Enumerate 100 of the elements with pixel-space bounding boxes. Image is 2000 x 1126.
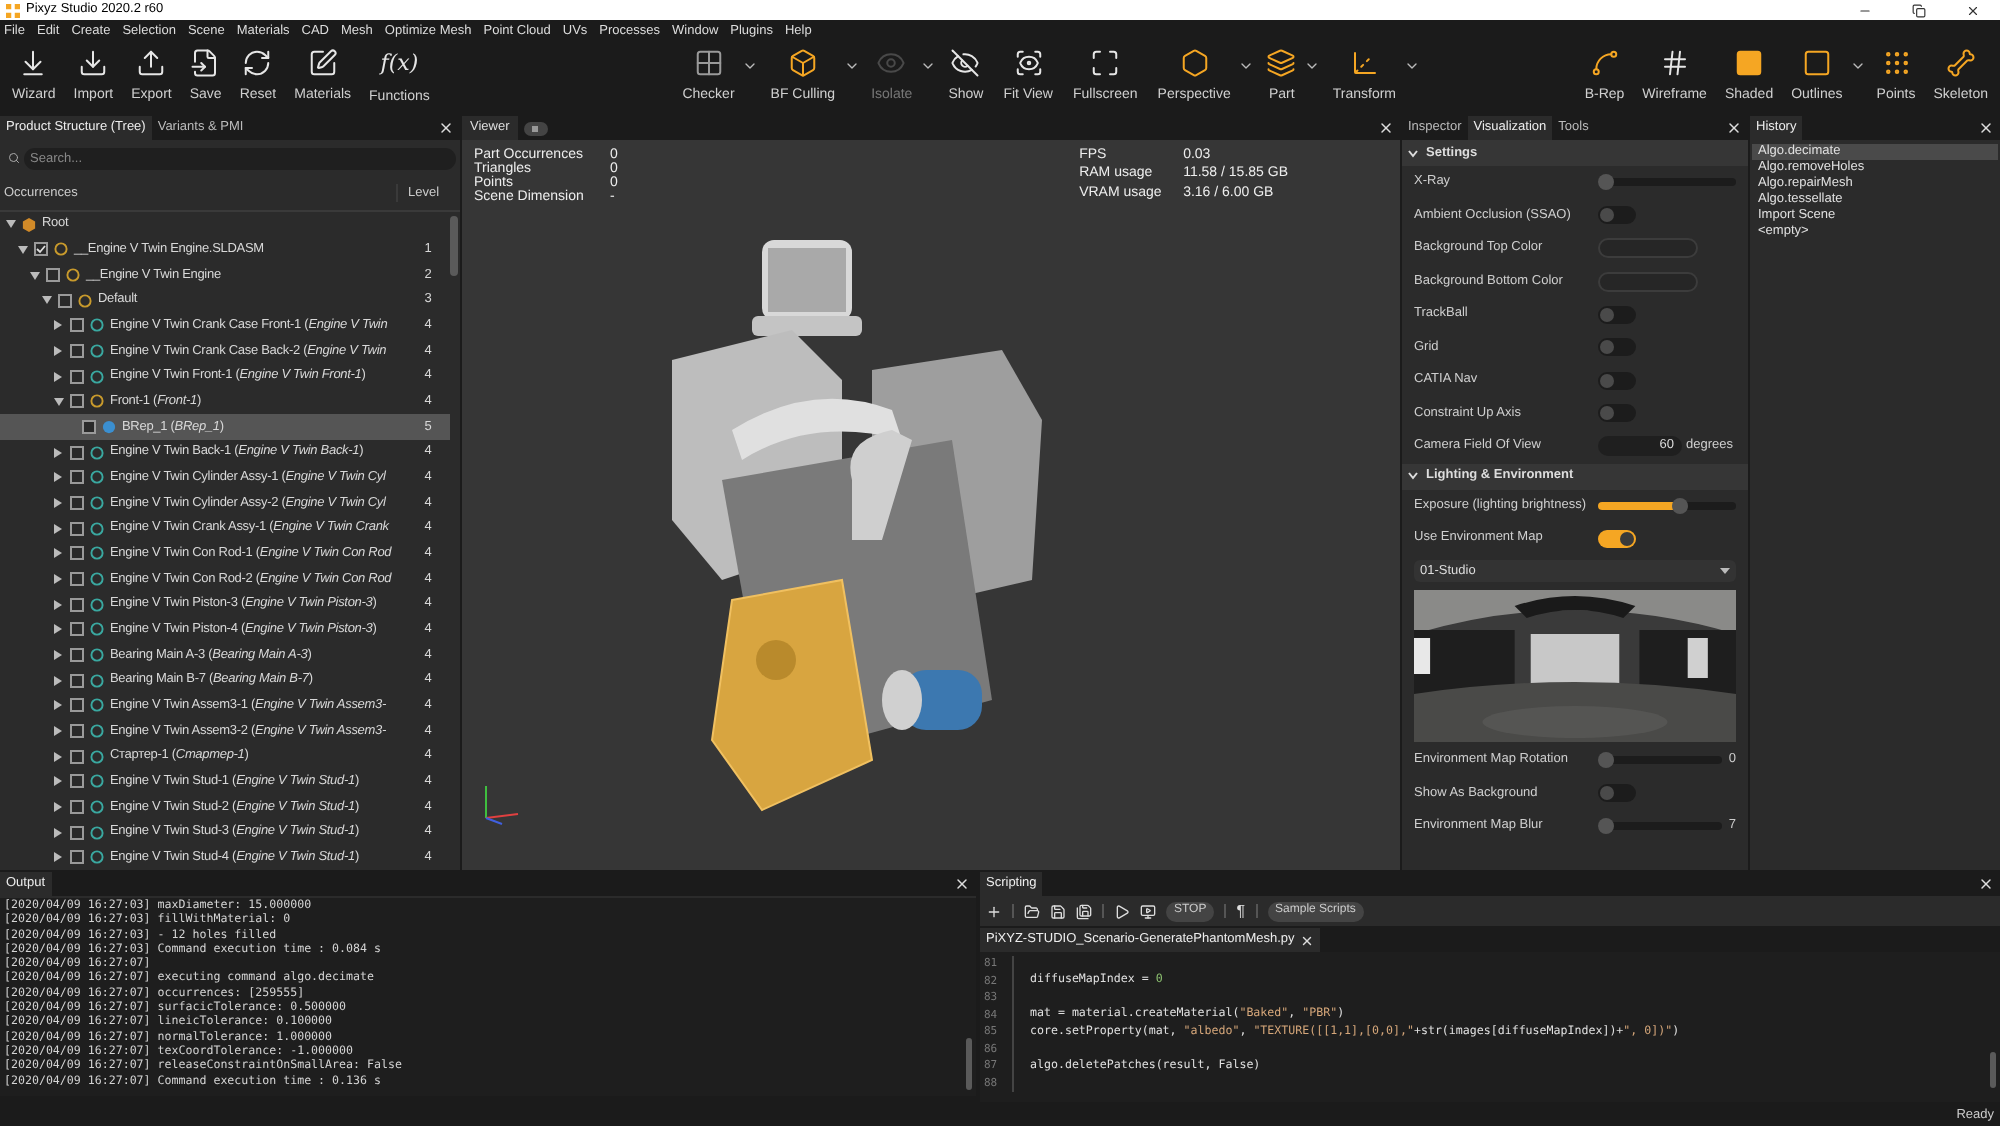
expand-arrow-icon[interactable] — [54, 725, 62, 736]
eye-icon — [876, 48, 907, 78]
cube-icon — [787, 48, 818, 78]
expand-arrow-icon[interactable] — [54, 371, 62, 382]
expand-arrow-icon[interactable] — [54, 498, 62, 509]
hash-icon — [1659, 48, 1690, 78]
expand-arrow-icon[interactable] — [54, 447, 62, 458]
toggle-switch[interactable] — [1598, 529, 1636, 548]
expand-arrow-icon[interactable] — [54, 472, 62, 483]
hexagon-icon — [1179, 48, 1210, 78]
checkbox[interactable] — [70, 318, 84, 333]
checkbox[interactable] — [70, 344, 84, 359]
toggle-switch[interactable] — [1598, 338, 1636, 357]
toggle-switch[interactable] — [1598, 404, 1636, 423]
expand-arrow-icon[interactable] — [54, 624, 62, 635]
checkbox[interactable] — [70, 698, 84, 713]
checkbox[interactable] — [46, 268, 60, 283]
close-icon[interactable] — [1966, 3, 1980, 17]
expand-arrow-icon[interactable] — [54, 675, 62, 686]
layers-icon — [1266, 48, 1297, 78]
checkbox[interactable] — [70, 622, 84, 637]
slider[interactable] — [1598, 752, 1723, 769]
caret-icon[interactable] — [1238, 58, 1255, 74]
run-icon[interactable] — [1140, 903, 1156, 919]
checkbox[interactable] — [70, 597, 84, 612]
expand-arrow-icon[interactable] — [54, 320, 62, 331]
expand-arrow-icon[interactable] — [54, 574, 62, 585]
checkbox[interactable] — [70, 572, 84, 587]
add-icon[interactable] — [986, 903, 1002, 919]
collapse-arrow-icon[interactable] — [29, 271, 39, 280]
scrollbar[interactable] — [966, 1038, 972, 1090]
caret-icon[interactable] — [1850, 58, 1867, 74]
expand-arrow-icon[interactable] — [54, 649, 62, 660]
refresh-icon — [242, 48, 273, 78]
checkbox[interactable] — [70, 723, 84, 738]
save-all-icon[interactable] — [1076, 903, 1092, 919]
pilcrow-button[interactable]: ¶ — [1236, 899, 1246, 923]
grid-icon — [693, 48, 724, 78]
toggle-switch[interactable] — [1598, 784, 1636, 803]
checkbox[interactable] — [70, 673, 84, 688]
checkbox[interactable] — [70, 470, 84, 485]
slider[interactable] — [1598, 818, 1723, 835]
toggle-switch[interactable] — [1598, 305, 1636, 324]
caret-icon[interactable] — [1304, 58, 1321, 74]
function-glyph: f(x) — [380, 48, 419, 80]
caret-icon[interactable] — [742, 58, 759, 74]
hexagon-icon — [22, 217, 36, 232]
checkbox[interactable] — [58, 293, 72, 308]
caret-icon — [1720, 568, 1730, 575]
collapse-arrow-icon[interactable] — [41, 296, 51, 305]
toggle-switch[interactable] — [1598, 206, 1636, 225]
checkbox[interactable] — [70, 749, 84, 764]
slider[interactable] — [1598, 174, 1736, 191]
curve-icon — [1589, 48, 1620, 78]
checkbox[interactable] — [70, 850, 84, 865]
restore-icon[interactable] — [1912, 3, 1926, 17]
expand-arrow-icon[interactable] — [54, 700, 62, 711]
expand-arrow-icon[interactable] — [54, 523, 62, 534]
scrollbar[interactable] — [450, 216, 458, 276]
eye-frame-icon — [1013, 48, 1044, 78]
expand-arrow-icon[interactable] — [54, 751, 62, 762]
collapse-arrow-icon[interactable] — [5, 220, 15, 229]
eye-slash-icon — [950, 48, 981, 78]
sphere-icon — [102, 420, 116, 435]
collapse-arrow-icon[interactable] — [17, 245, 27, 254]
axes-icon — [1349, 48, 1380, 78]
scrollbar[interactable] — [1990, 1052, 1996, 1088]
expand-arrow-icon[interactable] — [54, 548, 62, 559]
upload-icon — [136, 48, 167, 78]
file-icon — [190, 48, 221, 78]
collapse-arrow-icon[interactable] — [53, 397, 63, 406]
square-icon — [1801, 48, 1832, 78]
toggle-icon[interactable] — [523, 122, 548, 136]
checkbox[interactable] — [70, 799, 84, 814]
checkbox[interactable] — [70, 496, 84, 511]
expand-arrow-icon[interactable] — [54, 599, 62, 610]
checkbox[interactable] — [70, 521, 84, 536]
folder-icon[interactable] — [1024, 903, 1040, 919]
checkbox[interactable] — [82, 420, 96, 435]
checkbox[interactable] — [70, 546, 84, 561]
checkbox[interactable] — [70, 774, 84, 789]
expand-arrow-icon[interactable] — [54, 827, 62, 838]
save-icon[interactable] — [1050, 903, 1066, 919]
download-icon — [18, 48, 49, 78]
checkbox[interactable] — [70, 825, 84, 840]
expand-arrow-icon[interactable] — [54, 852, 62, 863]
checkbox[interactable] — [70, 647, 84, 662]
expand-arrow-icon[interactable] — [54, 776, 62, 787]
checkbox[interactable] — [70, 369, 84, 384]
checkbox[interactable] — [70, 445, 84, 460]
play-icon[interactable] — [1114, 903, 1130, 919]
checkbox[interactable] — [70, 394, 84, 409]
caret-icon[interactable] — [843, 58, 860, 74]
expand-arrow-icon[interactable] — [54, 801, 62, 812]
expand-arrow-icon[interactable] — [54, 346, 62, 357]
expand-icon — [1090, 48, 1121, 78]
caret-icon[interactable] — [1404, 58, 1421, 74]
toggle-switch[interactable] — [1598, 371, 1636, 390]
dots-icon — [1881, 48, 1912, 78]
checkbox[interactable] — [34, 242, 48, 257]
